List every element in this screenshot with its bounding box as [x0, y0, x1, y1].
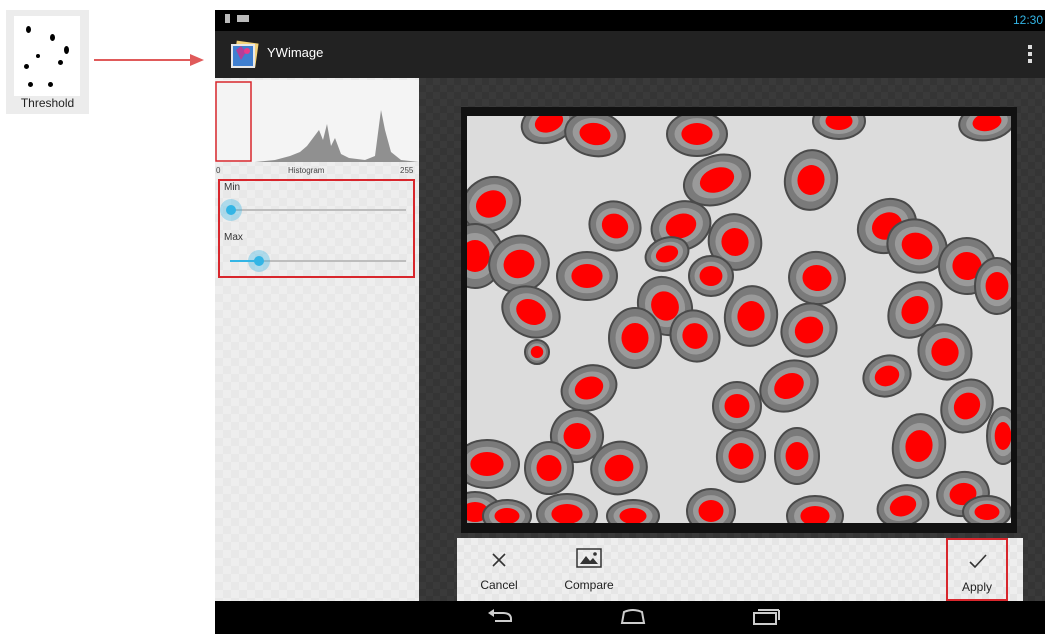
checkmark-icon [969, 554, 987, 569]
threshold-label: Threshold [20, 96, 75, 110]
apply-button[interactable]: Apply [946, 538, 1008, 601]
clock: 12:30 [1012, 13, 1043, 27]
usb-icon [225, 14, 230, 23]
navigation-bar [215, 601, 1045, 634]
blood-cell [788, 250, 846, 306]
bottom-toolbar: Cancel Compare Apply [457, 538, 1023, 601]
threshold-sliders: Min Max [218, 179, 415, 278]
blood-cell [723, 285, 779, 347]
blood-cell [715, 429, 767, 483]
blood-cell [536, 493, 598, 523]
blood-cell [606, 499, 660, 523]
histogram-max-tick: 255 [400, 166, 414, 175]
blood-cell [588, 200, 642, 252]
image-frame [461, 107, 1017, 533]
home-icon[interactable] [618, 607, 648, 627]
blood-cell [774, 427, 820, 485]
blood-cell [482, 499, 532, 523]
blood-cell [524, 339, 550, 365]
blood-cell [891, 413, 947, 479]
status-bar: 12:30 [215, 10, 1045, 31]
thresholded-image[interactable] [467, 116, 1011, 523]
blood-cell [712, 381, 762, 431]
histogram-title: Histogram [288, 166, 325, 175]
android-debug-icon [237, 15, 249, 22]
max-label: Max [224, 232, 243, 243]
max-slider-thumb[interactable] [248, 250, 270, 272]
blood-cell [876, 484, 930, 523]
arrow-icon [94, 54, 204, 66]
blood-cell [786, 495, 844, 523]
cancel-label: Cancel [480, 578, 518, 592]
histogram-min-tick: 0 [216, 166, 221, 175]
app-title: YWimage [267, 45, 324, 60]
blood-cell [862, 354, 912, 398]
threshold-tool[interactable]: Threshold [6, 10, 89, 114]
blood-cell [560, 364, 618, 412]
overflow-menu-icon[interactable] [1027, 45, 1033, 65]
blood-cell [780, 302, 838, 358]
blood-cell [608, 307, 662, 369]
blood-cell [524, 441, 574, 495]
apply-label: Apply [961, 580, 993, 594]
close-icon [492, 553, 506, 567]
image-compare-icon [576, 548, 602, 568]
blood-cell [564, 116, 626, 158]
image-area: Cancel Compare Apply [419, 78, 1045, 601]
blood-cell [962, 495, 1011, 523]
blood-cell [556, 251, 618, 301]
blood-cell [812, 116, 866, 140]
app-photo-logo[interactable] [228, 38, 261, 71]
min-label: Min [224, 182, 241, 193]
compare-label: Compare [564, 578, 614, 592]
cancel-button[interactable]: Cancel [467, 538, 531, 601]
blood-cell [759, 359, 819, 413]
device-screen: 12:30 YWimage 0 Histogram 255 Min Max Ca… [215, 10, 1045, 634]
back-icon[interactable] [485, 607, 515, 627]
threshold-dots-icon [14, 16, 80, 96]
blood-cell [666, 116, 728, 157]
blood-cell [958, 116, 1011, 142]
blood-cell [688, 255, 734, 297]
recent-apps-icon[interactable] [751, 607, 781, 627]
threshold-panel: 0 Histogram 255 Min Max [215, 78, 419, 601]
compare-button[interactable]: Compare [549, 538, 629, 601]
histogram-chart [215, 80, 419, 162]
blood-cell [986, 407, 1011, 465]
action-bar: YWimage [215, 31, 1045, 78]
blood-cell [467, 439, 520, 489]
blood-cell [783, 149, 839, 211]
blood-cell [686, 488, 736, 523]
min-slider-track[interactable] [230, 209, 406, 211]
histogram-axis: 0 Histogram 255 [215, 166, 419, 178]
blood-cell [974, 257, 1011, 315]
min-slider-thumb[interactable] [220, 199, 242, 221]
